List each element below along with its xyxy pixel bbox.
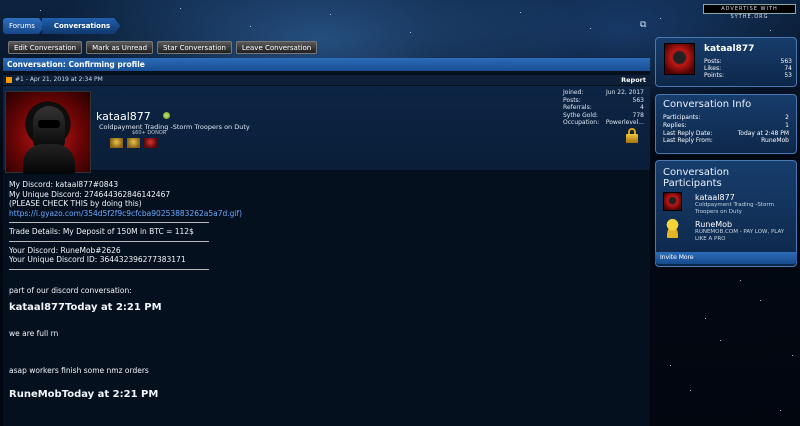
visor-shape [38, 120, 60, 128]
trophy-icon [110, 138, 123, 148]
participant-title: RUNEMOB.COM - PAY LOW, PLAY LIKE A PRO [695, 229, 785, 242]
shoulders-shape [23, 144, 75, 174]
participant-title: Coldpayment Trading -Storm Troopers on D… [695, 202, 774, 215]
profile-stat: Posts: 563 [704, 58, 792, 65]
stat-referrals: Referrals: 4 [563, 104, 644, 111]
author-name[interactable]: kataal877 [96, 110, 151, 123]
info-row: Participants: 2 [663, 114, 789, 121]
gyazo-link[interactable]: https://i.gyazo.com/354d5f2f9c9cfcba9025… [9, 209, 242, 218]
report-link[interactable]: Report [621, 75, 650, 85]
quote-header: RuneMobToday at 2:21 PM [9, 388, 159, 400]
profile-avatar[interactable] [664, 43, 695, 75]
divider [9, 222, 209, 223]
profile-name[interactable]: kataal877 [704, 44, 754, 54]
author-title: Coldpayment Trading -Storm Troopers on D… [99, 123, 250, 131]
stat-occupation: Occupation: Powerlevel... [563, 119, 644, 126]
stat-joined: Joined: Jun 22, 2017 [563, 89, 644, 96]
post-meta-bar: #1 - Apr 21, 2019 at 2:34 PM Report [3, 75, 650, 85]
expand-icon[interactable]: ⧉ [640, 20, 650, 30]
divider [9, 240, 209, 242]
trophy-icon [144, 138, 157, 148]
message-line: My Unique Discord: 274644362846142467 [9, 189, 171, 199]
mark-unread-button[interactable]: Mark as Unread [86, 41, 154, 54]
breadcrumb: Forums Conversations [3, 18, 120, 34]
message-line: Your Unique Discord ID: 3644323962773831… [9, 255, 186, 264]
post-icon [6, 76, 12, 83]
participant-name[interactable]: kataal877 [695, 193, 735, 202]
message-line: (PLEASE CHECK THIS by doing this) [9, 199, 142, 208]
donor-badge: $60+ DONOR [132, 130, 167, 136]
message-body: My Discord: kataal877#0843 My Unique Dis… [9, 180, 629, 399]
star-conversation-button[interactable]: Star Conversation [157, 41, 232, 54]
quote-header: kataal877Today at 2:21 PM [9, 302, 162, 313]
message-line: asap workers finish some nmz orders [9, 366, 149, 375]
conversation-info-panel: Conversation Info Participants: 2 Replies… [655, 94, 797, 154]
participant-item[interactable]: RuneMob RUNEMOB.COM - PAY LOW, PLAY LIKE… [663, 219, 793, 243]
visitor-profile-panel: kataal877 Posts: 563 Likes: 74 Points: 53 [655, 37, 797, 87]
last-reply-from-link[interactable]: RuneMob [761, 137, 789, 145]
author-stats: Joined: Jun 22, 2017 Posts: 563 Referrals:… [563, 89, 644, 127]
trade-details: Trade Details: My Deposit of 150M in BTC… [9, 227, 194, 236]
message-line: Your Discord: RuneMob#2626 [9, 245, 121, 255]
info-row: Last Reply From: RuneMob [663, 137, 789, 145]
online-status-icon [163, 112, 170, 119]
participants-panel: Conversation Participants kataal877 Cold… [655, 160, 797, 267]
author-avatar[interactable] [5, 91, 91, 174]
lock-icon [626, 128, 638, 143]
participant-item[interactable]: kataal877 Coldpayment Trading -Storm Tro… [663, 192, 793, 216]
profile-stats: Posts: 563 Likes: 74 Points: 53 [704, 58, 792, 79]
info-row: Last Reply Date: Today at 2:48 PM [663, 129, 789, 137]
post-permalink[interactable]: #1 - Apr 21, 2019 at 2:34 PM [15, 76, 103, 83]
profile-stat: Points: 53 [704, 72, 792, 79]
info-list: Participants: 2 Replies: 1 Last Reply Date… [656, 110, 796, 145]
message-line: part of our discord conversation: [9, 285, 132, 295]
edit-conversation-button[interactable]: Edit Conversation [8, 41, 83, 54]
message-line: we are full rn [9, 328, 59, 338]
divider [9, 268, 209, 270]
info-row: Replies: 1 [663, 121, 789, 129]
invite-more-link[interactable]: Invite More [655, 252, 797, 264]
panel-heading: Conversation Participants [663, 167, 730, 189]
participant-name[interactable]: RuneMob [695, 220, 732, 229]
profile-stat: Likes: 74 [704, 65, 792, 72]
participant-avatar[interactable] [663, 219, 682, 238]
conversation-actions: Edit Conversation Mark as Unread Star Co… [8, 41, 318, 54]
leave-conversation-button[interactable]: Leave Conversation [235, 41, 318, 54]
participant-avatar[interactable] [663, 192, 682, 211]
breadcrumb-forums[interactable]: Forums [3, 18, 45, 34]
conversation-title: Conversation: Confirming profile [3, 58, 650, 71]
breadcrumb-conversations[interactable]: Conversations [42, 18, 120, 34]
message-line: My Discord: kataal877#0843 [9, 180, 119, 189]
panel-heading: Conversation Info [663, 99, 752, 110]
stat-posts: Posts: 563 [563, 96, 644, 104]
trophy-icons [110, 138, 157, 148]
trophy-icon [127, 138, 140, 148]
advertise-link[interactable]: ADVERTISE WITH SYTHE.ORG [703, 4, 796, 20]
stat-sythe-gold: Sythe Gold: 778 [563, 111, 644, 119]
